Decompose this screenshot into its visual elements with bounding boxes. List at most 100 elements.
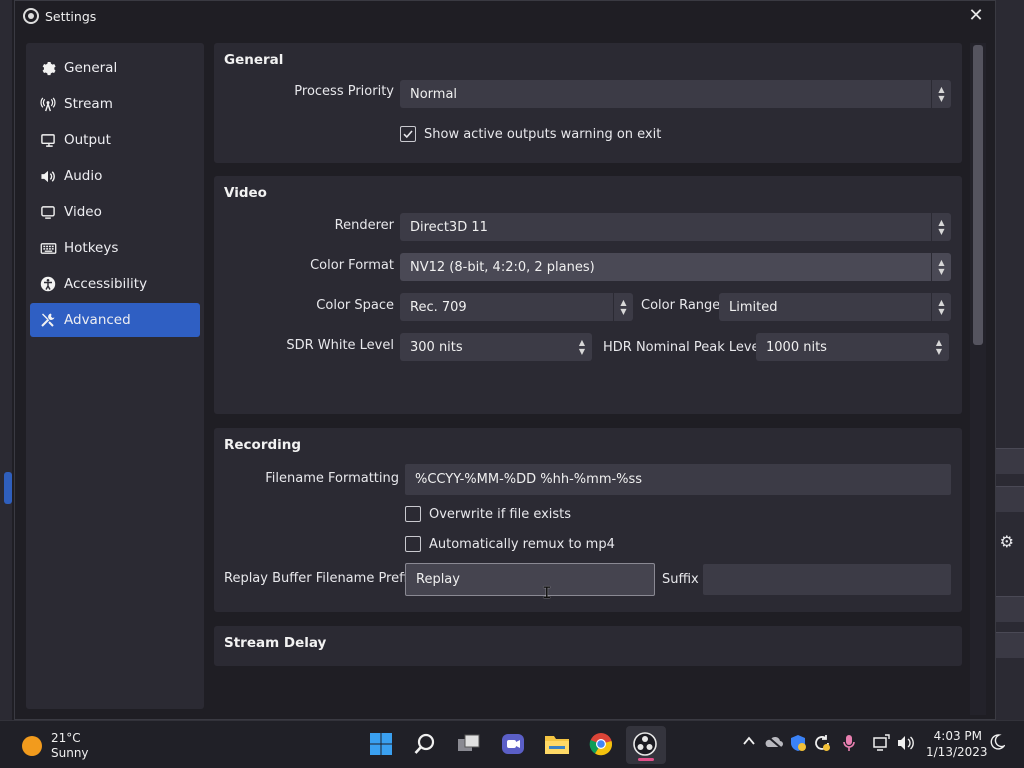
hdr-peak-level-value: 1000 nits <box>766 339 827 355</box>
sidebar-item-label: Hotkeys <box>64 240 119 256</box>
process-priority-label: Process Priority <box>294 84 394 99</box>
clock-time: 4:03 PM <box>933 729 982 743</box>
chevron-up-icon[interactable] <box>742 734 756 752</box>
sidebar-item-advanced[interactable]: Advanced <box>30 303 200 337</box>
select-arrows-icon: ▲ ▼ <box>613 293 633 321</box>
monitor-icon <box>39 203 57 221</box>
sync-icon[interactable] <box>813 734 831 756</box>
select-arrows-icon: ▲ ▼ <box>931 213 951 241</box>
process-priority-select[interactable]: Normal ▲ ▼ <box>400 80 951 108</box>
renderer-select[interactable]: Direct3D 11 ▲ ▼ <box>400 213 951 241</box>
settings-scrollbar-thumb[interactable] <box>973 45 983 345</box>
close-button[interactable]: ✕ <box>965 5 987 27</box>
sidebar-item-label: Accessibility <box>64 276 148 292</box>
task-view-icon[interactable] <box>454 729 484 759</box>
weather-widget[interactable]: 21°C Sunny <box>22 731 89 761</box>
remux-label: Automatically remux to mp4 <box>429 536 615 552</box>
general-group: General Process Priority Normal ▲ ▼ Show … <box>214 43 962 163</box>
suffix-label: Suffix <box>662 572 699 587</box>
sidebar-item-accessibility[interactable]: Accessibility <box>30 267 200 301</box>
weather-description: Sunny <box>51 746 89 760</box>
background-gear-icon: ⚙ <box>999 532 1014 551</box>
background-dock-button <box>996 448 1024 474</box>
background-dock-button <box>996 596 1024 622</box>
filename-formatting-value: %CCYY-%MM-%DD %hh-%mm-%ss <box>415 472 643 487</box>
hdr-peak-level-label: HDR Nominal Peak Level <box>603 340 764 355</box>
antenna-icon <box>39 95 57 113</box>
window-title: Settings <box>45 8 97 24</box>
checkbox-unchecked-icon <box>405 506 421 522</box>
color-format-value: NV12 (8-bit, 4:2:0, 2 planes) <box>410 259 595 275</box>
select-arrows-icon: ▲ ▼ <box>931 80 951 108</box>
color-range-select[interactable]: Limited ▲ ▼ <box>719 293 951 321</box>
color-format-select[interactable]: NV12 (8-bit, 4:2:0, 2 planes) ▲ ▼ <box>400 253 951 281</box>
sidebar-item-label: Output <box>64 132 111 148</box>
overwrite-checkbox[interactable]: Overwrite if file exists <box>405 506 571 522</box>
microphone-icon[interactable] <box>842 734 856 756</box>
title-bar: Settings ✕ <box>15 1 995 31</box>
chrome-icon[interactable] <box>586 729 616 759</box>
settings-sidebar: General Stream Output Audio Video Hotkey… <box>26 43 204 709</box>
sdr-white-level-label: SDR White Level <box>286 338 394 353</box>
video-group: Video Renderer Direct3D 11 ▲ ▼ Color Form… <box>214 176 962 414</box>
sdr-white-level-value: 300 nits <box>410 339 463 355</box>
settings-content: General Process Priority Normal ▲ ▼ Show … <box>214 43 964 713</box>
show-warning-label: Show active outputs warning on exit <box>424 126 662 142</box>
recording-group-title: Recording <box>224 437 302 453</box>
sidebar-item-output[interactable]: Output <box>30 123 200 157</box>
sidebar-item-label: Advanced <box>64 312 131 328</box>
windows-start-icon[interactable] <box>366 729 396 759</box>
sidebar-item-general[interactable]: General <box>30 51 200 85</box>
output-icon <box>39 131 57 149</box>
color-range-label: Color Range <box>641 298 721 313</box>
onedrive-offline-icon[interactable] <box>764 735 784 753</box>
search-icon[interactable] <box>410 729 440 759</box>
file-explorer-icon[interactable] <box>542 729 572 759</box>
sidebar-item-video[interactable]: Video <box>30 195 200 229</box>
sdr-white-level-spinbox[interactable]: 300 nits ▲ ▼ <box>400 333 592 361</box>
taskbar-clock[interactable]: 4:03 PM 1/13/2023 <box>926 728 988 760</box>
sidebar-item-label: General <box>64 60 118 76</box>
notification-moon-icon[interactable] <box>989 734 1007 754</box>
sidebar-item-label: Stream <box>64 96 113 112</box>
overwrite-label: Overwrite if file exists <box>429 506 572 522</box>
select-arrows-icon: ▲ ▼ <box>931 253 951 281</box>
hdr-peak-level-spinbox[interactable]: 1000 nits ▲ ▼ <box>756 333 949 361</box>
replay-prefix-input[interactable]: Replay <box>405 563 655 596</box>
spinbox-arrows-icon[interactable]: ▲ ▼ <box>929 333 949 361</box>
show-warning-checkbox[interactable]: Show active outputs warning on exit <box>400 126 661 142</box>
obs-studio-icon[interactable] <box>630 729 660 759</box>
volume-icon[interactable] <box>897 734 915 756</box>
settings-dialog: Settings ✕ General Stream Output Audio V… <box>14 0 996 720</box>
text-cursor-icon: I <box>542 583 552 602</box>
sidebar-item-stream[interactable]: Stream <box>30 87 200 121</box>
color-format-label: Color Format <box>310 258 394 273</box>
obs-app-icon <box>23 8 39 24</box>
select-arrows-icon: ▲ ▼ <box>931 293 951 321</box>
renderer-label: Renderer <box>334 218 394 233</box>
network-icon[interactable] <box>872 734 890 756</box>
checkbox-unchecked-icon <box>405 536 421 552</box>
suffix-input[interactable] <box>703 564 951 595</box>
tools-icon <box>39 311 57 329</box>
security-shield-icon[interactable] <box>789 734 807 756</box>
filename-formatting-input[interactable]: %CCYY-%MM-%DD %hh-%mm-%ss <box>405 464 951 495</box>
sidebar-item-label: Audio <box>64 168 103 184</box>
teams-chat-icon[interactable] <box>498 729 528 759</box>
renderer-value: Direct3D 11 <box>410 219 488 235</box>
sidebar-item-hotkeys[interactable]: Hotkeys <box>30 231 200 265</box>
replay-prefix-value: Replay <box>416 572 460 587</box>
color-range-value: Limited <box>729 299 778 315</box>
sidebar-item-audio[interactable]: Audio <box>30 159 200 193</box>
stream-delay-group: Stream Delay <box>214 626 962 666</box>
keyboard-icon <box>39 239 57 257</box>
replay-prefix-label: Replay Buffer Filename Prefix <box>224 571 415 586</box>
color-space-select[interactable]: Rec. 709 ▲ ▼ <box>400 293 633 321</box>
remux-checkbox[interactable]: Automatically remux to mp4 <box>405 536 615 552</box>
filename-formatting-label: Filename Formatting <box>265 471 399 486</box>
recording-group: Recording Filename Formatting %CCYY-%MM-… <box>214 428 962 612</box>
general-group-title: General <box>224 52 284 68</box>
clock-date: 1/13/2023 <box>926 745 988 759</box>
spinbox-arrows-icon[interactable]: ▲ ▼ <box>572 333 592 361</box>
accessibility-icon <box>39 275 57 293</box>
